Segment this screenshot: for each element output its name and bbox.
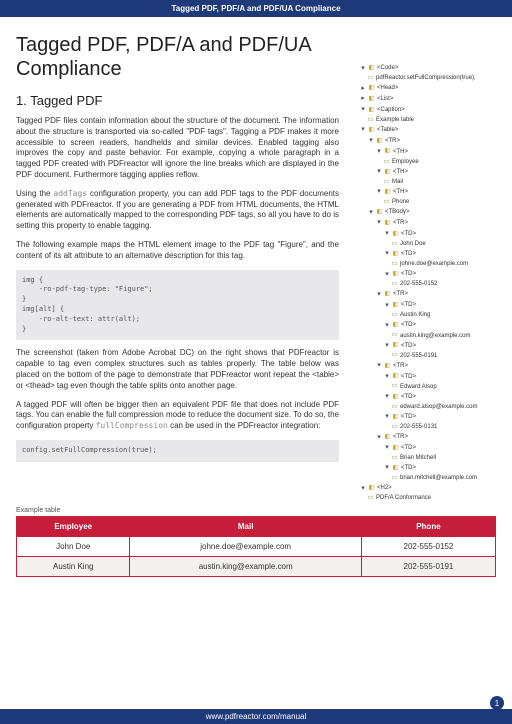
tree-list: ▸◧<List>	[351, 94, 496, 105]
tree-tr-1: ▾◧<TR>	[351, 218, 496, 229]
tree-h2: ▾◧<H2>	[351, 483, 496, 494]
tree-tbody: ▾◧<TBody>	[351, 207, 496, 218]
paragraph-2: Using the addTags configuration property…	[16, 189, 339, 232]
tree-pdfreactor: ▭pdfReactor.setFullCompression(true);	[351, 74, 496, 83]
tree-brian-email: ▭brian.mitchell@example.com	[351, 474, 496, 483]
table-row: John Doe johne.doe@example.com 202-555-0…	[17, 537, 496, 557]
example-table: Employee Mail Phone John Doe johne.doe@e…	[16, 516, 496, 577]
page-number: 1	[490, 696, 504, 710]
paragraph-1: Tagged PDF files contain information abo…	[16, 116, 339, 181]
tree-caption: ▾◧<Caption>	[351, 105, 496, 116]
tree-tr-4: ▾◧<TR>	[351, 432, 496, 443]
paragraph-4: The screenshot (taken from Adobe Acrobat…	[16, 348, 339, 391]
tree-tr-2: ▾◧<TR>	[351, 289, 496, 300]
tree-td-3a: ▾◧<TD>	[351, 371, 496, 382]
tree-john-email: ▭johne.doe@example.com	[351, 260, 496, 269]
page-title: Tagged PDF, PDF/A and PDF/UA Compliance	[16, 33, 339, 81]
tree-td-3b: ▾◧<TD>	[351, 392, 496, 403]
tree-th-emp: ▾◧<TH>	[351, 147, 496, 158]
tree-table: ▾◧<Table>	[351, 125, 496, 136]
cell-phone: 202-555-0191	[361, 557, 495, 577]
cell-employee: Austin King	[17, 557, 130, 577]
tree-brian: ▭Brian Mitchell	[351, 454, 496, 463]
tree-td-1c: ▾◧<TD>	[351, 269, 496, 280]
tree-austin: ▭Austin King	[351, 311, 496, 320]
example-table-section: Example table Employee Mail Phone John D…	[0, 507, 512, 577]
tree-austin-email: ▭austin.king@example.com	[351, 331, 496, 340]
tree-edward: ▭Edward Alsop	[351, 382, 496, 391]
tree-td-1b: ▾◧<TD>	[351, 249, 496, 260]
content-area: Tagged PDF, PDF/A and PDF/UA Compliance …	[0, 17, 512, 503]
tree-td-3c: ▾◧<TD>	[351, 412, 496, 423]
th-phone: Phone	[361, 517, 495, 537]
tree-td-2b: ▾◧<TD>	[351, 320, 496, 331]
cell-employee: John Doe	[17, 537, 130, 557]
tree-td-4a: ▾◧<TD>	[351, 443, 496, 454]
tag-tree: ▾◧<Code> ▭pdfReactor.setFullCompression(…	[351, 33, 496, 503]
tree-th-phone: ▾◧<TH>	[351, 187, 496, 198]
th-mail: Mail	[130, 517, 361, 537]
tree-td-4b: ▾◧<TD>	[351, 463, 496, 474]
tag-tree-screenshot: ▾◧<Code> ▭pdfReactor.setFullCompression(…	[351, 33, 496, 503]
tree-td-1a: ▾◧<TD>	[351, 229, 496, 240]
tree-head: ▸◧<Head>	[351, 83, 496, 94]
table-header-row: Employee Mail Phone	[17, 517, 496, 537]
tree-th-mail: ▾◧<TH>	[351, 167, 496, 178]
code-addtags: addTags	[53, 189, 87, 198]
header-bar: Tagged PDF, PDF/A and PDF/UA Compliance	[0, 0, 512, 17]
code-block-1: img { -ro-pdf-tag-type: "Figure"; } img[…	[16, 270, 339, 341]
tree-john: ▭John Doe	[351, 240, 496, 249]
footer-bar: www.pdfreactor.com/manual	[0, 709, 512, 724]
tree-td-2c: ▾◧<TD>	[351, 340, 496, 351]
tree-phone-label: ▭Phone	[351, 198, 496, 207]
tree-mail-label: ▭Mail	[351, 178, 496, 187]
tree-john-phone: ▭202-555-0152	[351, 280, 496, 289]
th-employee: Employee	[17, 517, 130, 537]
code-fullcompression: fullCompression	[96, 421, 168, 430]
tree-edward-email: ▭edward.alsop@example.com	[351, 402, 496, 411]
tree-edward-phone: ▭202-555-0131	[351, 423, 496, 432]
cell-mail: johne.doe@example.com	[130, 537, 361, 557]
table-row: Austin King austin.king@example.com 202-…	[17, 557, 496, 577]
code-block-2: config.setFullCompression(true);	[16, 440, 339, 462]
table-caption: Example table	[16, 507, 496, 514]
paragraph-3: The following example maps the HTML elem…	[16, 240, 339, 262]
tree-emp-label: ▭Employee	[351, 157, 496, 166]
tree-tr-3: ▾◧<TR>	[351, 361, 496, 372]
tree-example-table: ▭Example table	[351, 116, 496, 125]
paragraph-5: A tagged PDF will often be bigger then a…	[16, 400, 339, 432]
footer-url: www.pdfreactor.com/manual	[206, 712, 307, 721]
tree-austin-phone: ▭202-555-0191	[351, 351, 496, 360]
left-column: Tagged PDF, PDF/A and PDF/UA Compliance …	[16, 33, 339, 503]
tree-td-2a: ▾◧<TD>	[351, 300, 496, 311]
tree-code: ▾◧<Code>	[351, 63, 496, 74]
cell-phone: 202-555-0152	[361, 537, 495, 557]
tree-pdfa: ▭PDF/A Conformance	[351, 494, 496, 503]
section-heading: 1. Tagged PDF	[16, 93, 339, 108]
tree-tr-head: ▾◧<TR>	[351, 136, 496, 147]
cell-mail: austin.king@example.com	[130, 557, 361, 577]
